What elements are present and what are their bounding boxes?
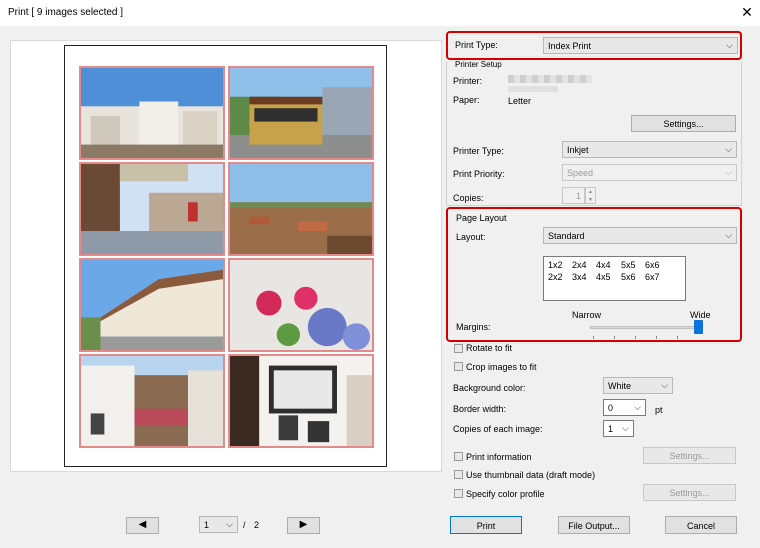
paper-label: Paper: — [453, 95, 480, 105]
printer-type-select[interactable]: Inkjet ⌵ — [562, 141, 737, 158]
crop-checkbox[interactable] — [454, 362, 463, 371]
previous-page-button[interactable]: ◀ — [126, 517, 159, 534]
grid-option[interactable]: 6x7 — [645, 272, 660, 282]
chevron-down-icon: ⌵ — [226, 519, 233, 529]
grid-option[interactable]: 4x5 — [596, 272, 611, 282]
margins-slider-thumb[interactable] — [694, 320, 703, 334]
copies-label: Copies: — [453, 193, 484, 203]
printer-type-value: Inkjet — [567, 145, 589, 155]
chevron-down-icon: ⌵ — [726, 40, 733, 50]
chevron-down-icon: ⌵ — [725, 167, 732, 177]
thumbnail-image[interactable] — [79, 66, 225, 160]
print-type-value: Index Print — [548, 41, 592, 51]
close-icon[interactable]: ✕ — [738, 3, 756, 21]
copies-input: 1 — [562, 187, 585, 204]
printer-type-label: Printer Type: — [453, 146, 504, 156]
color-profile-settings-button: Settings... — [643, 484, 736, 501]
slider-tick — [635, 336, 636, 339]
print-type-label: Print Type: — [455, 40, 498, 50]
rotate-label: Rotate to fit — [466, 343, 513, 353]
thumbnail-image[interactable] — [228, 66, 374, 160]
print-priority-label: Print Priority: — [453, 169, 505, 179]
slider-tick — [656, 336, 657, 339]
grid-option[interactable]: 2x4 — [572, 260, 587, 270]
copies-each-select[interactable]: 1 ⌵ — [603, 420, 634, 437]
color-profile-checkbox[interactable] — [454, 489, 463, 498]
chevron-down-icon: ⌵ — [622, 423, 629, 433]
page-layout-label: Page Layout — [456, 213, 507, 223]
printer-name-redacted-2 — [508, 86, 558, 92]
margins-narrow-label: Narrow — [572, 310, 602, 320]
chevron-down-icon: ⌵ — [725, 144, 732, 154]
print-type-select[interactable]: Index Print ⌵ — [543, 37, 738, 54]
color-profile-label: Specify color profile — [466, 489, 545, 499]
slider-tick — [677, 336, 678, 339]
copies-each-label: Copies of each image: — [453, 424, 543, 434]
thumbnail-image[interactable] — [79, 354, 225, 448]
background-color-label: Background color: — [453, 383, 526, 393]
thumbnail-checkbox[interactable] — [454, 470, 463, 479]
print-priority-select: Speed ⌵ — [562, 164, 737, 181]
layout-value: Standard — [548, 231, 585, 241]
thumbnail-image[interactable] — [228, 354, 374, 448]
margins-label: Margins: — [456, 322, 491, 332]
crop-label: Crop images to fit — [466, 362, 537, 372]
grid-option[interactable]: 6x6 — [645, 260, 660, 270]
rotate-checkbox[interactable] — [454, 344, 463, 353]
border-unit-label: pt — [655, 405, 663, 415]
total-pages: 2 — [254, 520, 260, 530]
current-page-value: 1 — [204, 520, 210, 530]
border-width-label: Border width: — [453, 404, 507, 414]
copies-each-value: 1 — [608, 424, 614, 434]
grid-option[interactable]: 5x5 — [621, 260, 636, 270]
thumbnail-label: Use thumbnail data (draft mode) — [466, 470, 596, 480]
grid-option[interactable]: 5x6 — [621, 272, 636, 282]
thumbnail-image[interactable] — [79, 258, 225, 352]
grid-option[interactable]: 3x4 — [572, 272, 587, 282]
layout-grid-list[interactable]: 1x2 2x4 4x4 5x5 6x6 2x2 3x4 4x5 5x6 6x7 — [543, 256, 686, 301]
grid-option[interactable]: 4x4 — [596, 260, 611, 270]
layout-label: Layout: — [456, 232, 486, 242]
copies-value: 1 — [575, 191, 581, 201]
thumbnail-image[interactable] — [228, 258, 374, 352]
background-color-value: White — [608, 381, 632, 391]
slider-tick — [593, 336, 594, 339]
title-bar: Print [ 9 images selected ] ✕ — [0, 0, 760, 26]
thumbnail-image[interactable] — [228, 162, 374, 256]
background-color-select[interactable]: White ⌵ — [603, 377, 673, 394]
print-info-label: Print information — [466, 452, 532, 462]
preview-page — [64, 45, 387, 467]
chevron-down-icon: ⌵ — [634, 402, 641, 412]
page-separator: / — [243, 520, 246, 530]
chevron-down-icon: ⌵ — [661, 380, 668, 390]
print-info-checkbox[interactable] — [454, 452, 463, 461]
printer-name-redacted — [508, 75, 592, 83]
cancel-button[interactable]: Cancel — [665, 516, 737, 534]
copies-stepper: ▲ ▼ — [585, 187, 596, 204]
border-width-select[interactable]: 0 ⌵ — [603, 399, 646, 416]
triangle-right-icon: ▶ — [299, 519, 308, 530]
printer-label: Printer: — [453, 76, 483, 86]
page-select[interactable]: 1 ⌵ — [199, 516, 238, 533]
print-button[interactable]: Print — [450, 516, 522, 534]
print-priority-value: Speed — [567, 168, 594, 178]
printer-setup-group — [446, 62, 742, 206]
print-info-settings-button: Settings... — [643, 447, 736, 464]
printer-settings-button[interactable]: Settings... — [631, 115, 736, 132]
grid-option[interactable]: 2x2 — [548, 272, 563, 282]
chevron-down-icon: ⌵ — [725, 230, 732, 240]
file-output-button[interactable]: File Output... — [558, 516, 630, 534]
next-page-button[interactable]: ▶ — [287, 517, 320, 534]
border-width-value: 0 — [608, 403, 614, 413]
margins-wide-label: Wide — [690, 310, 711, 320]
printer-setup-label: Printer Setup — [455, 60, 502, 69]
window-title: Print [ 9 images selected ] — [8, 7, 124, 18]
paper-value: Letter — [508, 96, 532, 106]
margins-slider-track[interactable] — [590, 326, 702, 329]
triangle-left-icon: ◀ — [138, 519, 147, 530]
thumbnail-image[interactable] — [79, 162, 225, 256]
slider-tick — [614, 336, 615, 339]
grid-option[interactable]: 1x2 — [548, 260, 563, 270]
layout-select[interactable]: Standard ⌵ — [543, 227, 737, 244]
